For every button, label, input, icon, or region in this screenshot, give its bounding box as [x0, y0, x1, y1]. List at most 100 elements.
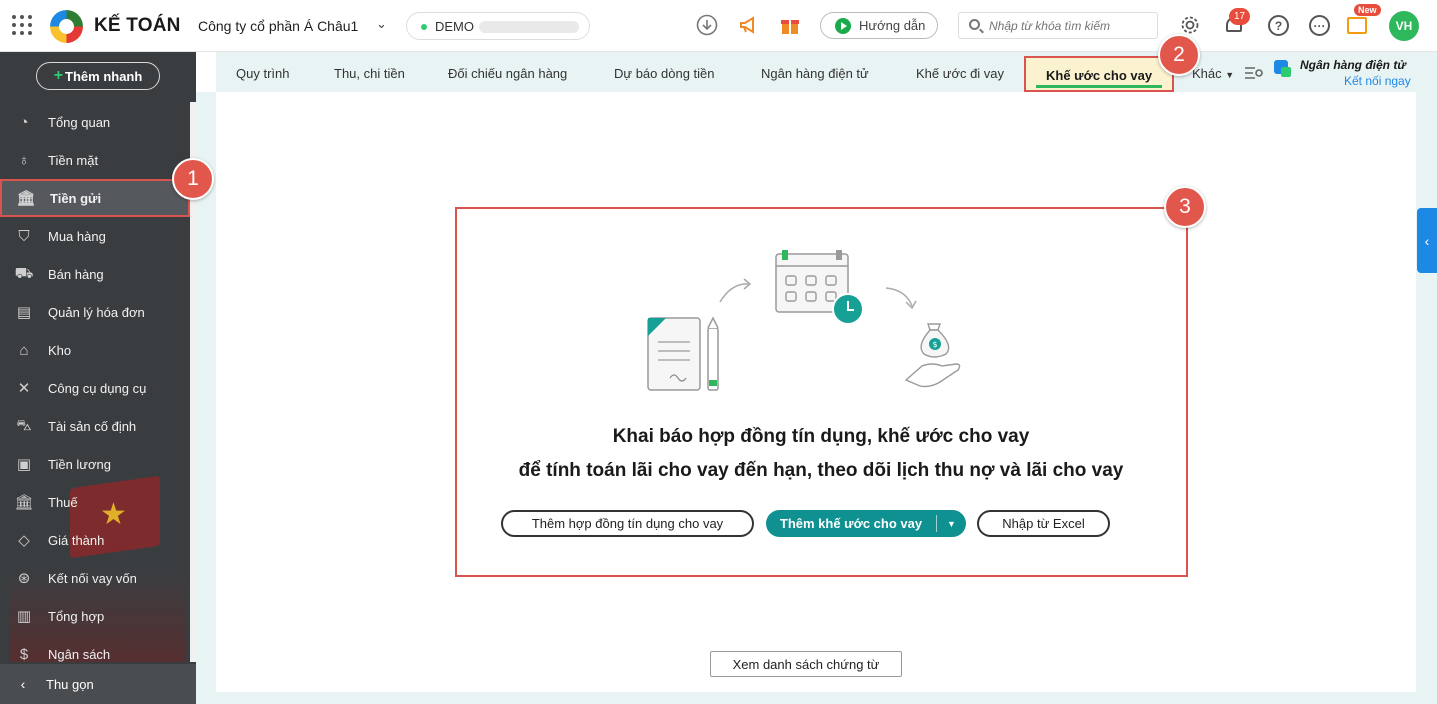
caret-down-icon: ▼ — [1225, 70, 1235, 80]
search-icon — [969, 19, 980, 30]
sidebar: ★ + Thêm nhanh ◔ Tổng quan ♁ Tiền mặt 🏛 … — [0, 52, 196, 704]
redacted-text — [479, 21, 579, 33]
megaphone-icon[interactable] — [738, 14, 760, 36]
sidebar-item-tien-gui[interactable]: 🏛 Tiền gửi — [0, 179, 190, 217]
sidebar-item-label: Quản lý hóa đơn — [48, 304, 145, 320]
tab-settings-icon[interactable] — [1243, 62, 1265, 84]
sidebar-item-label: Kho — [48, 342, 72, 358]
sidebar-item-label: Kết nối vay vốn — [48, 570, 137, 586]
sidebar-item-tong-hop[interactable]: ▥ Tổng hợp — [0, 597, 190, 635]
import-excel-button[interactable]: Nhập từ Excel — [977, 510, 1110, 537]
tab-khe-uoc-di-vay[interactable]: Khế ước đi vay — [916, 66, 1004, 81]
sidebar-item-label: Tổng hợp — [48, 608, 105, 624]
view-vouchers-button[interactable]: Xem danh sách chứng từ — [710, 651, 902, 677]
app-grid-icon[interactable] — [12, 15, 32, 35]
sidebar-item-label: Tổng quan — [48, 114, 111, 130]
play-icon — [835, 18, 851, 34]
add-credit-contract-button[interactable]: Thêm hợp đồng tín dụng cho vay — [501, 510, 754, 537]
guide-button[interactable]: Hướng dẫn — [820, 12, 938, 39]
help-icon[interactable]: ? — [1268, 15, 1289, 36]
sidebar-item-label: Mua hàng — [48, 228, 106, 244]
sidebar-item-tong-quan[interactable]: ◔ Tổng quan — [0, 103, 190, 141]
tax-icon: 🏛 — [14, 494, 34, 511]
money-bag-icon: ♁ — [18, 151, 30, 169]
environment-pill[interactable]: DEMO — [406, 12, 590, 40]
collapse-label: Thu gọn — [46, 676, 94, 692]
chevron-down-icon[interactable]: ⌄ — [376, 16, 387, 32]
settings-gear-icon[interactable] — [1179, 14, 1201, 36]
sidebar-item-label: Tài sản cố định — [48, 418, 137, 434]
sidebar-item-mua-hang[interactable]: ⛉ Mua hàng — [0, 217, 190, 255]
company-selector[interactable]: Công ty cổ phần Á Châu1 — [198, 18, 358, 34]
tab-quy-trinh[interactable]: Quy trình — [236, 66, 289, 81]
e-banking-connect-link[interactable]: Kết nối ngay — [1344, 74, 1411, 88]
sidebar-item-label: Ngân sách — [48, 646, 111, 662]
status-dot-icon — [421, 24, 427, 30]
bank-icon: 🏛 — [16, 190, 36, 207]
download-icon[interactable] — [696, 14, 718, 36]
tab-more-label: Khác — [1192, 66, 1222, 81]
tab-khe-uoc-cho-vay[interactable]: Khế ước cho vay — [1024, 56, 1175, 92]
module-tabs: Quy trình Thu, chi tiền Đối chiếu ngân h… — [216, 52, 1437, 92]
side-panel-toggle-icon[interactable]: ‹ — [1417, 208, 1437, 273]
budget-icon: $ — [19, 645, 29, 663]
empty-state-line-2: để tính toán lãi cho vay đến hạn, theo d… — [518, 460, 1124, 481]
plus-icon: + — [53, 67, 64, 84]
more-options-icon[interactable]: ··· — [1309, 15, 1330, 36]
gift-icon[interactable] — [779, 14, 801, 36]
top-bar: KẾ TOÁN Công ty cổ phần Á Châu1 ⌄ DEMO H… — [0, 0, 1437, 52]
user-avatar[interactable]: VH — [1389, 11, 1419, 41]
chevron-left-icon: ‹ — [20, 676, 26, 692]
tab-doi-chieu-ngan-hang[interactable]: Đối chiếu ngân hàng — [448, 66, 567, 81]
sidebar-item-cong-cu-dung-cu[interactable]: ✕ Công cụ dụng cụ — [0, 369, 190, 407]
caret-down-icon[interactable]: ▼ — [937, 519, 966, 529]
loan-illustration-icon: $ — [647, 250, 961, 391]
tab-ngan-hang-dien-tu[interactable]: Ngân hàng điện tử — [761, 66, 869, 81]
sidebar-item-quan-ly-hoa-don[interactable]: ▤ Quản lý hóa đơn — [0, 293, 190, 331]
guide-label: Hướng dẫn — [859, 18, 926, 33]
asset-icon: ⛍ — [16, 416, 32, 434]
sidebar-item-thue[interactable]: 🏛 Thuế — [0, 483, 190, 521]
invoice-icon: ▤ — [16, 304, 32, 321]
new-badge: New — [1354, 4, 1381, 16]
whats-new-icon[interactable] — [1347, 17, 1367, 34]
tools-icon: ✕ — [17, 380, 31, 397]
svg-text:$: $ — [932, 340, 937, 349]
tab-du-bao-dong-tien[interactable]: Dự báo dòng tiền — [614, 66, 715, 81]
collapse-sidebar-button[interactable]: ‹ Thu gọn — [0, 664, 196, 704]
search-box[interactable] — [958, 12, 1158, 39]
callout-badge-2: 2 — [1158, 34, 1200, 76]
sidebar-item-label: Giá thành — [48, 532, 105, 548]
brand-name: KẾ TOÁN — [94, 15, 181, 36]
add-loan-agreement-label: Thêm khế ước cho vay — [779, 516, 923, 531]
sidebar-item-tai-san-co-dinh[interactable]: ⛍ Tài sản cố định — [0, 407, 190, 445]
sidebar-item-label: Thuế — [48, 494, 78, 510]
loan-link-icon: ⊛ — [17, 570, 31, 587]
sidebar-item-kho[interactable]: ⌂ Kho — [0, 331, 190, 369]
add-loan-agreement-button[interactable]: Thêm khế ước cho vay ▼ — [766, 510, 966, 537]
sidebar-item-label: Công cụ dụng cụ — [48, 380, 147, 396]
shopping-bag-icon: ⛉ — [18, 227, 30, 245]
empty-state-message: Khai báo hợp đồng tín dụng, khế ước cho … — [456, 420, 1186, 488]
sidebar-item-label: Tiền gửi — [50, 190, 102, 206]
chart-pie-icon: ◔ — [19, 113, 29, 131]
salary-icon: ▣ — [16, 456, 32, 473]
sidebar-item-ket-noi-vay-von[interactable]: ⊛ Kết nối vay vốn — [0, 559, 190, 597]
sidebar-item-ban-hang[interactable]: ⛟ Bán hàng — [0, 255, 190, 293]
brand-logo-icon[interactable] — [50, 10, 83, 43]
callout-badge-1: 1 — [172, 158, 214, 200]
e-banking-logo-icon — [1274, 60, 1291, 77]
search-input[interactable] — [989, 17, 1149, 35]
sidebar-item-label: Bán hàng — [48, 266, 104, 282]
sidebar-item-tien-mat[interactable]: ♁ Tiền mặt — [0, 141, 190, 179]
sidebar-item-gia-thanh[interactable]: ◇ Giá thành — [0, 521, 190, 559]
tab-thu-chi-tien[interactable]: Thu, chi tiền — [334, 66, 405, 81]
warehouse-icon: ⌂ — [19, 341, 29, 359]
price-tag-icon: ◇ — [18, 532, 30, 549]
sidebar-item-tien-luong[interactable]: ▣ Tiền lương — [0, 445, 190, 483]
tab-more-dropdown[interactable]: Khác ▼ — [1192, 66, 1234, 81]
quick-add-button[interactable]: + Thêm nhanh — [36, 62, 160, 90]
sidebar-item-label: Tiền mặt — [48, 152, 99, 168]
notification-count-badge: 17 — [1229, 8, 1251, 25]
summary-icon: ▥ — [16, 608, 32, 625]
